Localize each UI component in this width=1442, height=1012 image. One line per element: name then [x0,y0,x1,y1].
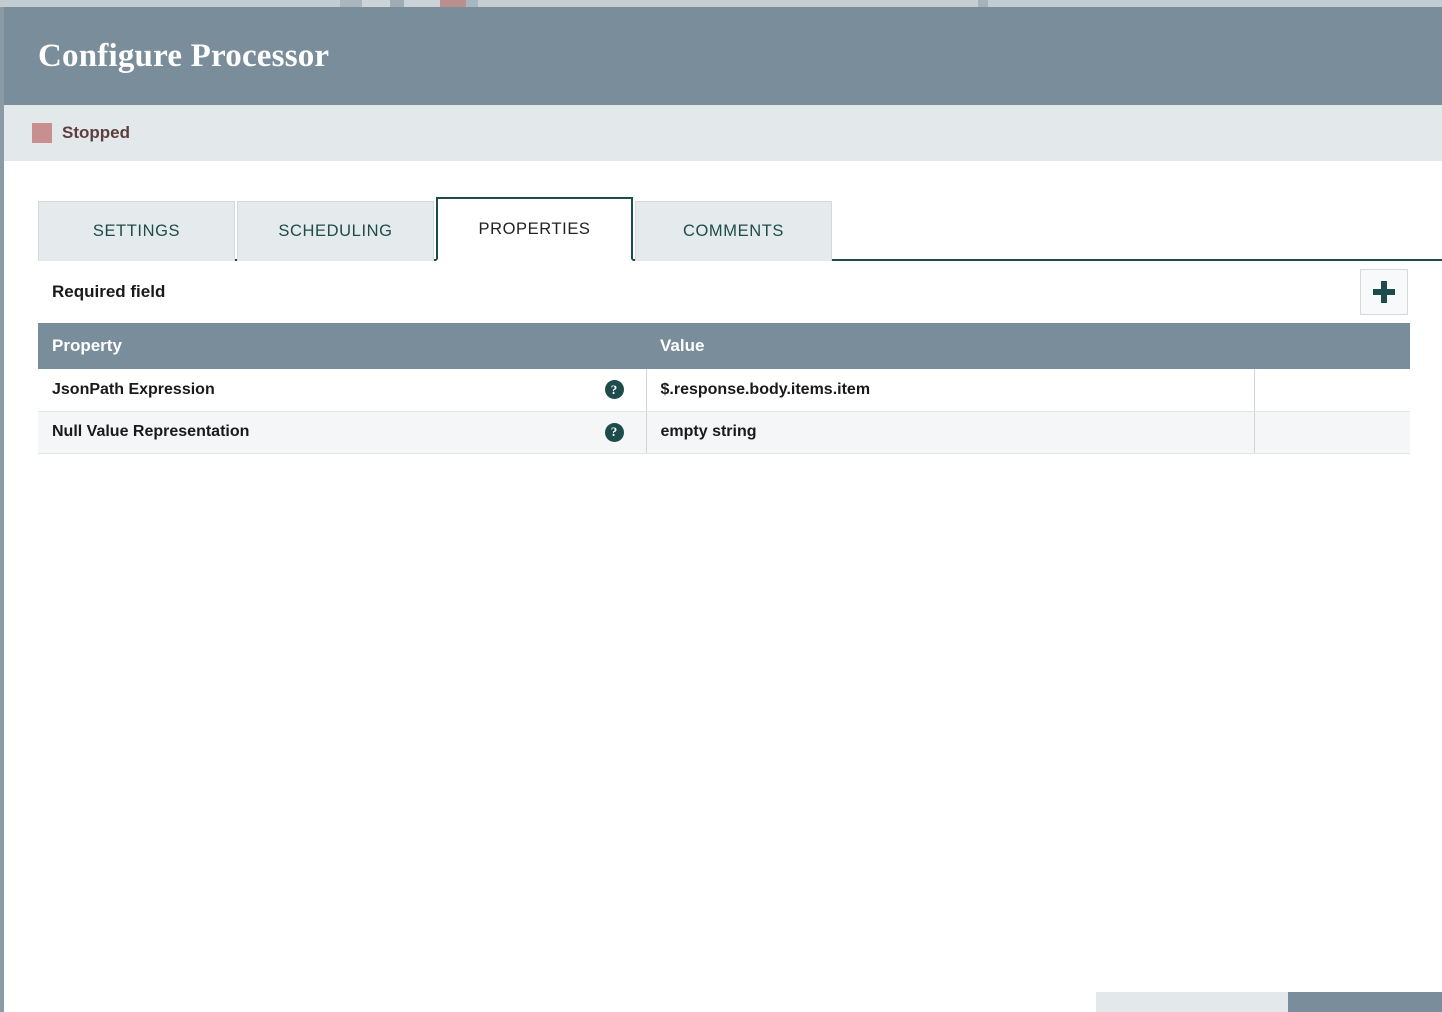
tab-properties-label: PROPERTIES [478,219,591,238]
tab-scheduling[interactable]: SCHEDULING [237,201,434,261]
required-field-row: Required field [38,261,1408,323]
help-circle-icon[interactable]: ? [604,380,624,400]
property-value-text: $.response.body.items.item [660,380,871,398]
property-value-cell[interactable]: $.response.body.items.item [646,369,1255,412]
property-name-label: JsonPath Expression [52,380,215,398]
row-actions-cell [1254,411,1410,454]
processor-status-bar: Stopped [4,105,1442,161]
tab-scheduling-label: SCHEDULING [278,222,393,240]
tab-comments-label: COMMENTS [682,222,785,240]
status-indicator-swatch [32,123,52,143]
status-badge: Stopped [62,123,130,142]
dialog-body: SETTINGS SCHEDULING PROPERTIES COMMENTS … [4,196,1442,1012]
property-name-label: Null Value Representation [52,423,250,440]
configure-processor-dialog: Configure Processor Stopped SETTINGS SCH… [0,7,1442,1012]
table-row[interactable]: Null Value Representation ? empty string [38,411,1410,454]
help-circle-icon[interactable]: ? [604,422,624,442]
property-value-cell[interactable]: empty string [646,411,1255,454]
property-value-text: empty string [660,423,757,440]
apply-button[interactable]: APPLY [1288,992,1442,1012]
column-header-property: Property [38,323,646,369]
property-name-cell: Null Value Representation ? [38,411,647,454]
properties-table: Property Value JsonPath Expression ? $.r… [38,323,1410,454]
dialog-footer: CANCEL APPLY [1096,992,1442,1012]
tab-bar: SETTINGS SCHEDULING PROPERTIES COMMENTS [38,196,1442,261]
tab-comments[interactable]: COMMENTS [635,201,832,261]
add-property-button[interactable] [1360,269,1408,315]
required-field-label: Required field [52,282,166,301]
dialog-title-bar: Configure Processor [4,7,1442,105]
tab-settings[interactable]: SETTINGS [38,201,235,261]
column-header-actions [1254,323,1410,369]
row-actions-cell [1254,369,1410,412]
cancel-button[interactable]: CANCEL [1096,992,1288,1012]
property-name-cell: JsonPath Expression ? [38,369,647,412]
table-row[interactable]: JsonPath Expression ? $.response.body.it… [38,369,1410,412]
tab-properties[interactable]: PROPERTIES [436,197,633,261]
page-title: Configure Processor [38,37,330,74]
tab-settings-label: SETTINGS [92,222,181,240]
column-header-value: Value [646,323,1254,369]
plus-icon [1373,281,1395,303]
table-header-row: Property Value [38,323,1410,369]
